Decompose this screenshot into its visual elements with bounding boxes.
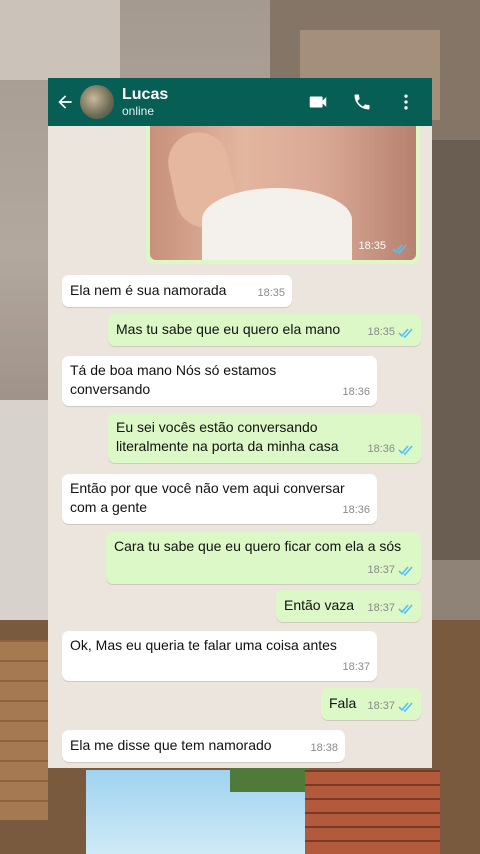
message-time: 18:36 [342, 504, 370, 516]
avatar[interactable] [80, 85, 114, 119]
message-time: 18:36 [367, 443, 395, 455]
incoming-message[interactable]: Ela me disse que tem namorado 18:38 [62, 730, 345, 762]
message-text: Então por que você não vem aqui conversa… [70, 480, 345, 515]
chat-header: Lucas online [48, 78, 432, 126]
bg-block [0, 0, 120, 80]
phone-icon [354, 94, 370, 110]
double-check-icon [398, 328, 413, 338]
outgoing-message[interactable]: Fala 18:37 [321, 688, 421, 720]
outgoing-message[interactable]: Mas tu sabe que eu quero ela mano 18:35 [108, 314, 421, 346]
bg-brick [305, 770, 440, 854]
image-content: 18:35 [150, 126, 416, 260]
video-call-button[interactable] [298, 82, 338, 122]
message-text: Tá de boa mano Nós só estamos conversand… [70, 362, 277, 397]
more-options-button[interactable] [386, 82, 426, 122]
incoming-message[interactable]: Ela nem é sua namorada 18:35 [62, 275, 292, 307]
incoming-message[interactable]: Tá de boa mano Nós só estamos conversand… [62, 356, 377, 406]
arrow-left-icon [58, 95, 72, 109]
message-time: 18:37 [342, 661, 370, 673]
bg-pane [432, 140, 480, 560]
outgoing-message[interactable]: Cara tu sabe que eu quero ficar com ela … [106, 532, 421, 584]
message-time: 18:37 [367, 700, 395, 712]
double-check-icon [392, 244, 407, 254]
bg-planks [0, 640, 48, 820]
double-check-icon [398, 445, 413, 455]
voice-call-button[interactable] [342, 82, 382, 122]
contact-status: online [122, 104, 155, 118]
more-vert-icon [404, 94, 408, 110]
message-time: 18:37 [367, 564, 395, 576]
message-text: Ela me disse que tem namorado [70, 737, 272, 753]
contact-name: Lucas [122, 86, 169, 103]
message-text: Eu sei vocês estão conversando literalme… [116, 419, 339, 454]
double-check-icon [398, 604, 413, 614]
message-time: 18:38 [310, 742, 338, 754]
image-message[interactable]: 18:35 [146, 126, 420, 264]
outgoing-message[interactable]: Então vaza 18:37 [276, 590, 421, 622]
outgoing-message[interactable]: Eu sei vocês estão conversando literalme… [108, 413, 421, 463]
message-list[interactable]: 18:35 Ela nem é sua namorada 18:35 Mas t… [48, 126, 432, 768]
back-button[interactable] [50, 78, 80, 126]
message-text: Ela nem é sua namorada [70, 282, 227, 298]
photo-detail [202, 188, 352, 260]
incoming-message[interactable]: Então por que você não vem aqui conversa… [62, 474, 377, 524]
message-time: 18:35 [257, 287, 285, 299]
contact-info[interactable]: Lucas online [122, 86, 298, 118]
double-check-icon [398, 702, 413, 712]
message-text: Ok, Mas eu queria te falar uma coisa ant… [70, 637, 337, 653]
message-text: Cara tu sabe que eu quero ficar com ela … [114, 538, 402, 554]
chat-window: Lucas online 18:35 Ela nem é sua namorad… [48, 78, 432, 768]
double-check-icon [398, 566, 413, 576]
message-time: 18:35 [358, 240, 386, 252]
message-time: 18:36 [342, 386, 370, 398]
incoming-message[interactable]: Ok, Mas eu queria te falar uma coisa ant… [62, 631, 377, 681]
message-time: 18:35 [367, 326, 395, 338]
message-time: 18:37 [367, 602, 395, 614]
video-call-icon [309, 96, 327, 108]
